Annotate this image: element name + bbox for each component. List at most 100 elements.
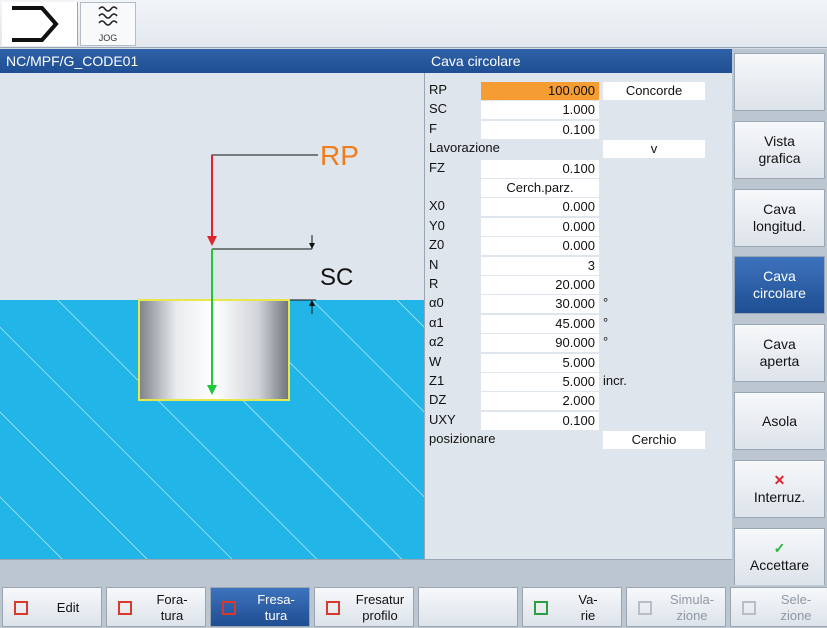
- param-value-field[interactable]: 0.000: [481, 237, 599, 256]
- status-line: [0, 559, 732, 585]
- sc-label: SC: [320, 264, 353, 291]
- jog-wave-icon: [98, 6, 118, 26]
- contour-mill-icon: [325, 600, 341, 616]
- param-name: α1: [429, 314, 444, 330]
- param-row: Z1 5.000 incr.: [425, 372, 732, 391]
- param-value-field[interactable]: 45.000: [481, 314, 599, 333]
- softkey-label: longitud.: [753, 218, 806, 234]
- softkey-v3[interactable]: Cava longitud.: [734, 189, 825, 247]
- param-value-field[interactable]: 0.100: [481, 120, 599, 139]
- operating-area-icon[interactable]: [2, 2, 78, 46]
- param-name: α0: [429, 295, 444, 311]
- param-row: DZ 2.000: [425, 391, 732, 411]
- param-name: X0: [429, 198, 445, 214]
- param-value-field[interactable]: 0.100: [481, 159, 599, 178]
- softkey-h5[interactable]: [418, 587, 518, 627]
- softkey-label: Asola: [761, 412, 798, 429]
- horizontal-softkeys: Edit Fora- tura Fresa- tura Fresatur profil…: [0, 585, 827, 628]
- param-unit: °: [603, 334, 609, 350]
- param-value-field[interactable]: 30.000: [481, 295, 599, 314]
- param-unit: incr.: [603, 373, 627, 388]
- param-option-field[interactable]: Cerchio: [603, 431, 705, 450]
- param-name: RP: [429, 82, 448, 97]
- param-row: RP 100.000 Concorde: [425, 81, 732, 100]
- softkey-label: Cava: [763, 201, 796, 217]
- softkey-label: grafica: [758, 150, 801, 166]
- softkey-label: Cava: [763, 336, 796, 352]
- softkey-label: Fora- tura: [156, 592, 188, 623]
- param-row: UXY 0.100: [425, 411, 732, 430]
- param-value-field[interactable]: 5.000: [481, 353, 599, 372]
- softkey-v6[interactable]: Asola: [734, 392, 825, 450]
- softkey-label: Edit: [56, 600, 80, 615]
- softkey-v2[interactable]: Vista grafica: [734, 121, 825, 179]
- param-value-field[interactable]: 0.000: [481, 198, 599, 217]
- param-value-field[interactable]: 100.000: [481, 82, 599, 100]
- param-name: F: [429, 120, 437, 136]
- param-value-field[interactable]: 20.000: [481, 276, 599, 294]
- param-row: F 0.100: [425, 120, 732, 139]
- param-value-field[interactable]: Cerch.parz.: [481, 179, 599, 197]
- cancel-icon: ✕: [773, 472, 786, 488]
- param-value-field[interactable]: 0.000: [481, 217, 599, 236]
- param-row: Cerch.parz.: [425, 178, 732, 197]
- param-name: SC: [429, 101, 448, 117]
- softkey-h1[interactable]: Edit: [2, 587, 102, 627]
- param-row: FZ 0.100: [425, 159, 732, 178]
- param-value-field[interactable]: 90.000: [481, 334, 599, 353]
- param-name: UXY: [429, 411, 456, 427]
- softkey-h8[interactable]: Sele- zione: [730, 587, 827, 627]
- param-row: Z0 0.000: [425, 236, 732, 256]
- param-name: α2: [429, 334, 444, 350]
- param-row: α1 45.000 °: [425, 314, 732, 333]
- softkey-h6[interactable]: Va- rie: [522, 587, 622, 627]
- param-name: DZ: [429, 392, 447, 408]
- rp-leader-line: [211, 154, 318, 243]
- help-graphic: RP SC: [0, 73, 425, 559]
- vertical-softkeys: Vista grafica Cava longitud. Cava circolare Ca…: [732, 49, 827, 590]
- softkey-label: Interruz.: [753, 489, 806, 505]
- param-row: Y0 0.000: [425, 217, 732, 236]
- param-value-field[interactable]: 2.000: [481, 392, 599, 411]
- param-name: FZ: [429, 159, 445, 175]
- simulation-icon: [637, 600, 653, 616]
- softkey-h2[interactable]: Fora- tura: [106, 587, 206, 627]
- param-row: Lavorazione v: [425, 139, 732, 159]
- cycle-title: Cava circolare: [425, 49, 732, 73]
- softkey-h7[interactable]: Simula- zione: [626, 587, 726, 627]
- param-option-field[interactable]: Concorde: [603, 82, 705, 100]
- param-unit: °: [603, 295, 609, 311]
- param-value-field[interactable]: 0.100: [481, 411, 599, 430]
- top-bar: JOG: [0, 0, 827, 48]
- softkey-label: Fresatur profilo: [355, 592, 405, 623]
- param-row: α2 90.000 °: [425, 333, 732, 353]
- softkey-label: circolare: [753, 285, 806, 301]
- param-value-field[interactable]: 5.000: [481, 373, 599, 391]
- softkey-label: Accettare: [749, 557, 810, 573]
- select-icon: [741, 600, 757, 616]
- param-row: W 5.000: [425, 353, 732, 372]
- param-row: α0 30.000 °: [425, 294, 732, 314]
- softkey-v8[interactable]: ✓ Accettare: [734, 528, 825, 586]
- drill-icon: [117, 600, 133, 616]
- param-row: N3: [425, 256, 732, 275]
- param-name: W: [429, 353, 442, 369]
- param-name: Z1: [429, 373, 445, 388]
- softkey-v5[interactable]: Cava aperta: [734, 324, 825, 382]
- softkey-label: Vista: [764, 133, 795, 149]
- accept-icon: ✓: [773, 540, 786, 556]
- param-name: Lavorazione: [429, 140, 500, 156]
- softkey-label: Cava: [763, 268, 796, 284]
- param-value-field[interactable]: 3: [481, 256, 599, 275]
- softkey-h4[interactable]: Fresatur profilo: [314, 587, 414, 627]
- cnc-screen: JOG NC/MPF/G_CODE01 Cava circolare RP SC…: [0, 0, 827, 628]
- param-name: Y0: [429, 217, 445, 233]
- machining-select[interactable]: v: [603, 140, 705, 159]
- param-value-field[interactable]: 1.000: [481, 101, 599, 120]
- softkey-v1[interactable]: [734, 53, 825, 111]
- softkey-v4[interactable]: Cava circolare: [734, 256, 825, 314]
- program-path: NC/MPF/G_CODE01: [0, 49, 425, 73]
- param-row: posizionare Cerchio: [425, 430, 732, 450]
- softkey-h3[interactable]: Fresa- tura: [210, 587, 310, 627]
- softkey-v7[interactable]: ✕ Interruz.: [734, 460, 825, 518]
